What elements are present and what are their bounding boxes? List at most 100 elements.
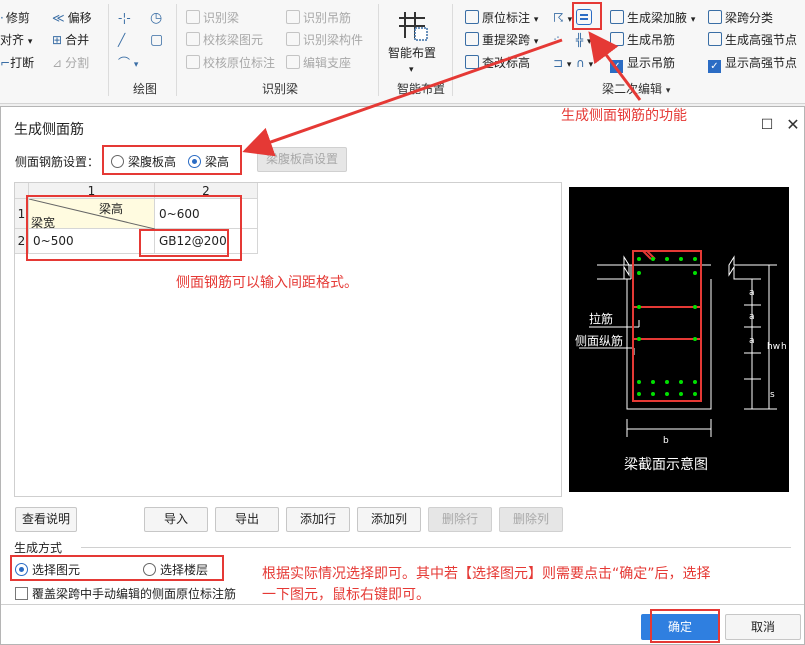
select-annotation-line1: 根据实际情况选择即可。其中若【选择图元】则需要点击“确定”后，选择: [262, 566, 711, 582]
dim-b-label: b: [663, 436, 669, 446]
align-button[interactable]: 对齐 ▾: [0, 30, 32, 50]
dim-s-label: s: [770, 390, 775, 400]
add-col-button[interactable]: 添加列: [357, 507, 421, 532]
radio-selected-icon: [188, 155, 201, 168]
check-in-situ-annotation-button[interactable]: 校核原位标注: [186, 53, 275, 73]
dim-a-label: a: [749, 288, 755, 298]
draw-group-label: 绘图: [133, 82, 158, 96]
table-corner-cell: 梁高 梁宽: [29, 199, 155, 230]
smart-layout-icon[interactable]: [395, 8, 429, 42]
stirrup-icon[interactable]: ⊐ ▾: [553, 53, 571, 73]
function-annotation: 生成侧面钢筋的功能: [561, 108, 687, 124]
divider: [81, 547, 791, 548]
dim-a-label: a: [749, 312, 755, 322]
point-icon[interactable]: -¦-: [118, 8, 131, 28]
gen-haunch-button[interactable]: 生成梁加腋 ▾: [610, 8, 695, 28]
overwrite-checkbox[interactable]: 覆盖梁跨中手动编辑的侧面原位标注筋: [15, 585, 236, 602]
split-button[interactable]: ⊿ 分割: [52, 53, 89, 73]
merge-button[interactable]: ⊞ 合并: [52, 30, 89, 50]
divider: [108, 4, 109, 96]
recognize-beam-component-button[interactable]: 识别梁构件: [286, 30, 363, 50]
maximize-button[interactable]: ☐: [757, 115, 777, 135]
annotation-icon: [465, 10, 479, 24]
side-rebar-extra-icon[interactable]: ╬ ▾: [576, 30, 592, 50]
side-rebar-icon: [576, 9, 592, 25]
row-header[interactable]: 1: [15, 199, 29, 229]
show-hanger-checkbox[interactable]: ✓ 显示吊筋: [610, 53, 675, 73]
select-annotation-line2: 一下图元，鼠标右键即可。: [262, 587, 430, 603]
delete-col-button[interactable]: 删除列: [499, 507, 563, 532]
edit-support-button[interactable]: 编辑支座: [286, 53, 351, 73]
table-cell[interactable]: 0~500: [29, 229, 155, 254]
scatter-icon[interactable]: ⁖: [553, 30, 560, 50]
web-height-settings-button[interactable]: 梁腹板高设置: [257, 147, 347, 172]
web-height-radio[interactable]: 梁腹板高: [111, 153, 176, 170]
in-situ-annotation-button[interactable]: 原位标注 ▾: [465, 8, 538, 28]
dialog-title: 生成侧面筋: [14, 122, 84, 138]
row-header[interactable]: 2: [15, 229, 29, 254]
span-classify-button[interactable]: 梁跨分类: [708, 8, 773, 28]
table-cell[interactable]: GB12@200: [155, 229, 258, 254]
select-element-radio[interactable]: 选择图元: [15, 561, 80, 578]
radio-icon: [143, 563, 156, 576]
cancel-button[interactable]: 取消: [725, 614, 801, 640]
beam-height-radio[interactable]: 梁高: [188, 153, 229, 170]
offset-button[interactable]: ≪ 偏移: [52, 8, 92, 28]
hook-icon[interactable]: ☈ ▾: [553, 8, 572, 28]
offset-icon: ≪: [52, 11, 65, 25]
add-row-button[interactable]: 添加行: [286, 507, 350, 532]
side-rebar-extra2-icon[interactable]: ∩ ▾: [576, 53, 593, 73]
column-header[interactable]: 2: [155, 183, 258, 199]
gen-hanger-button[interactable]: 生成吊筋: [610, 30, 675, 50]
delete-row-button[interactable]: 删除行: [428, 507, 492, 532]
recognize-hanger-button[interactable]: 识别吊筋: [286, 8, 351, 28]
view-help-button[interactable]: 查看说明: [15, 507, 77, 532]
re-extract-span-button[interactable]: 重提梁跨 ▾: [465, 30, 538, 50]
haunch-icon: [610, 10, 624, 24]
recognize-hanger-icon: [286, 10, 300, 24]
table-cell[interactable]: 0~600: [155, 199, 258, 229]
line-icon[interactable]: ╱: [118, 30, 125, 50]
check-beam-element-button[interactable]: 校核梁图元: [186, 30, 263, 50]
break-button[interactable]: ⌐打断: [0, 53, 34, 73]
divider: [176, 4, 177, 96]
rectangle-icon[interactable]: ▢: [150, 30, 163, 50]
side-longitudinal-label: 侧面纵筋: [575, 333, 623, 348]
close-button[interactable]: ✕: [783, 115, 803, 135]
modify-elevation-button[interactable]: 查改标高: [465, 53, 530, 73]
dim-h-label: h: [781, 342, 787, 352]
ribbon-toolbar: · 修剪 ≪ 偏移 对齐 ▾ ⊞ 合并 ⌐打断 ⊿ 分割 -¦- ◷ ╱ ▢ ⌒ ▾ 绘…: [0, 0, 805, 104]
export-button[interactable]: 导出: [215, 507, 279, 532]
show-high-strength-joint-checkbox[interactable]: ✓ 显示高强节点: [708, 53, 797, 73]
elevation-icon: [465, 55, 479, 69]
recognize-beam-icon: [186, 10, 200, 24]
ok-button[interactable]: 确定: [641, 614, 719, 640]
diagram-caption: 梁截面示意图: [624, 456, 708, 473]
radio-selected-icon: [15, 563, 28, 576]
select-floor-radio[interactable]: 选择楼层: [143, 561, 208, 578]
beam-height-header: 梁高: [99, 202, 124, 216]
gen-method-label: 生成方式: [14, 541, 63, 555]
checkbox-checked-icon: ✓: [708, 60, 721, 73]
arc-clock-icon[interactable]: ◷: [150, 8, 162, 28]
gen-high-strength-joint-button[interactable]: 生成高强节点: [708, 30, 797, 50]
chevron-down-icon[interactable]: ▾: [409, 60, 414, 80]
span-icon: [465, 32, 479, 46]
component-icon: [286, 32, 300, 46]
check-annotation-icon: [186, 55, 200, 69]
hanger-icon: [610, 32, 624, 46]
import-button[interactable]: 导入: [144, 507, 208, 532]
trim-button[interactable]: · 修剪: [0, 8, 30, 28]
recognize-group-label: 识别梁: [262, 82, 299, 96]
radio-icon: [111, 155, 124, 168]
checkbox-icon: [15, 587, 28, 600]
side-rebar-setting-label: 侧面钢筋设置：: [15, 155, 100, 169]
recognize-beam-button[interactable]: 识别梁: [186, 8, 239, 28]
curve-icon[interactable]: ⌒ ▾: [118, 53, 138, 73]
dim-hw-label: hw: [767, 342, 780, 352]
split-icon: ⊿: [52, 56, 63, 70]
dim-a-label: a: [749, 336, 755, 346]
break-icon: ⌐: [0, 56, 11, 70]
gen-side-rebar-button[interactable]: [576, 8, 592, 28]
column-header[interactable]: 1: [29, 183, 155, 199]
